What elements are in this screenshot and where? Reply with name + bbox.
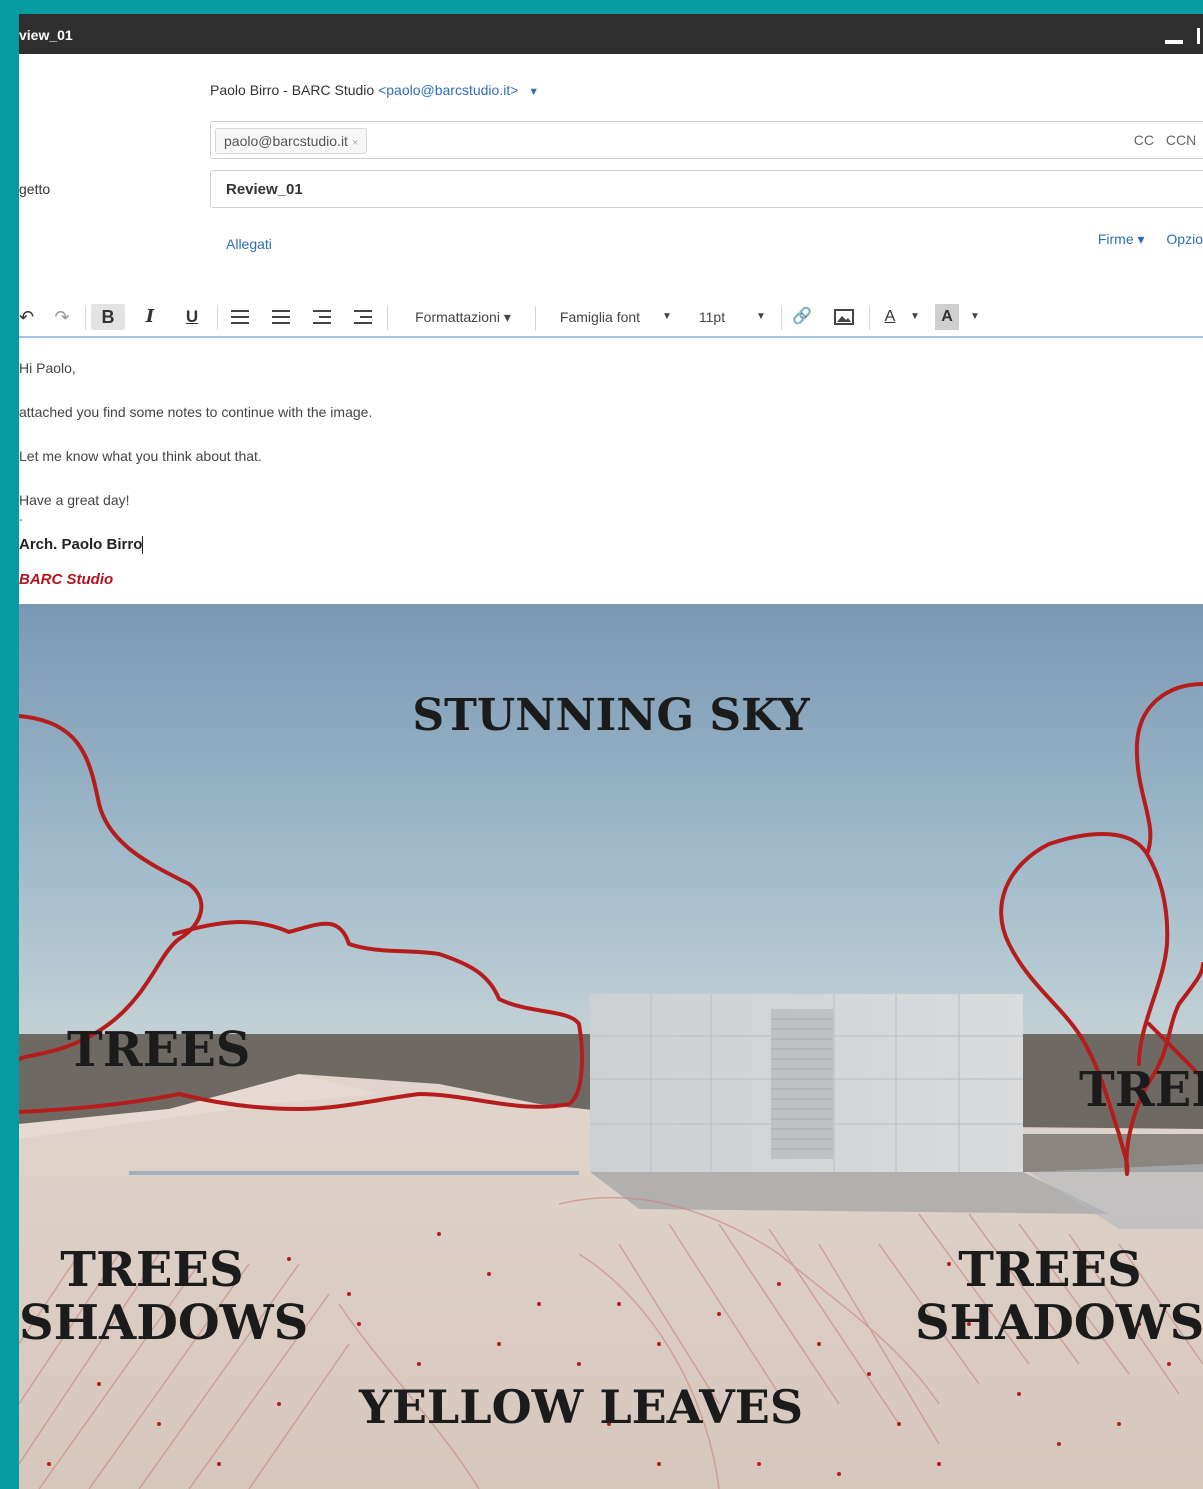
divider (85, 306, 86, 330)
annotation-shadows-right-line1: TREES (958, 1242, 1142, 1298)
outdent-icon[interactable] (309, 304, 335, 330)
font-size-dropdown[interactable]: 11pt (694, 304, 730, 330)
cc-links: CC CCN (1126, 132, 1203, 148)
divider (781, 306, 782, 330)
background-color-button[interactable]: A (935, 304, 959, 330)
divider (387, 306, 388, 330)
remove-recipient-icon[interactable]: × (352, 137, 358, 149)
minimize-icon[interactable] (1165, 40, 1183, 44)
ccn-link[interactable]: CCN (1166, 132, 1196, 148)
from-email: <paolo@barcstudio.it> (378, 82, 519, 98)
signature-name: Arch. Paolo Birro (19, 536, 143, 553)
divider (535, 306, 536, 330)
compose-options: Firme ▾ Opzio (1080, 231, 1203, 248)
from-name: Paolo Birro - BARC Studio (210, 82, 375, 98)
font-family-dropdown[interactable]: Famiglia font (549, 304, 651, 330)
annotation-shadows-right-line2: SHADOWS (915, 1294, 1203, 1351)
signature-name-row: Arch. Paolo Birro (19, 536, 144, 555)
image-icon[interactable] (831, 304, 857, 330)
greeting-line: Hi Paolo, (19, 360, 76, 376)
cc-link[interactable]: CC (1134, 132, 1154, 148)
numbered-list-icon[interactable] (268, 304, 294, 330)
annotation-shadows-left-line2: SHADOWS (19, 1294, 309, 1351)
text-cursor (142, 536, 144, 555)
to-field[interactable]: paolo@barcstudio.it × CC CCN (210, 121, 1203, 159)
subject-value: Review_01 (226, 181, 303, 198)
chevron-down-icon[interactable]: ▼ (905, 304, 925, 330)
signatures-dropdown[interactable]: Firme ▾ (1098, 231, 1145, 247)
divider (217, 306, 218, 330)
annotation-shadows-right: TREES SHADOWS (915, 1242, 1203, 1351)
window-title: view_01 (19, 27, 73, 43)
recipient-chip[interactable]: paolo@barcstudio.it × (215, 128, 368, 154)
sky (19, 604, 1203, 1044)
italic-button[interactable]: I (137, 304, 163, 330)
underline-button[interactable]: U (179, 304, 205, 330)
chevron-down-icon[interactable]: ▼ (965, 304, 985, 330)
annotated-render-image: STUNNING SKY TREES TREE TREES SHADOWS TR… (19, 604, 1203, 1489)
subject-input[interactable]: Review_01 (210, 170, 1203, 208)
attachments-link[interactable]: Allegati (226, 236, 272, 252)
editor-toolbar: ↶ ↷ B I U Formattazioni ▾ Famiglia font … (19, 294, 1203, 338)
chevron-down-icon[interactable]: ▼ (657, 304, 677, 330)
annotation-yellow-leaves: YELLOW LEAVES (359, 1380, 804, 1434)
link-icon[interactable]: 🔗 (789, 304, 815, 330)
indent-icon[interactable] (350, 304, 376, 330)
annotation-sky: STUNNING SKY (412, 690, 810, 741)
signature-separator: - (19, 514, 23, 526)
from-selector[interactable]: Paolo Birro - BARC Studio <paolo@barcstu… (210, 82, 539, 98)
chevron-down-icon[interactable]: ▼ (751, 304, 771, 330)
formatting-dropdown[interactable]: Formattazioni ▾ (402, 304, 524, 330)
annotation-trees-right: TREE (1079, 1062, 1203, 1118)
email-window: view_01 Paolo Birro - BARC Studio <paolo… (19, 14, 1203, 1489)
body-line: attached you find some notes to continue… (19, 404, 373, 420)
annotation-shadows-left: TREES SHADOWS (19, 1242, 309, 1351)
maximize-icon[interactable] (1197, 28, 1203, 44)
annotation-shadows-left-line1: TREES (60, 1242, 244, 1298)
undo-icon[interactable]: ↶ (19, 304, 34, 330)
chevron-down-icon[interactable]: ▼ (528, 86, 539, 98)
bold-button[interactable]: B (91, 304, 125, 330)
window-title-bar: view_01 (19, 14, 1203, 54)
body-line: Have a great day! (19, 492, 130, 508)
bullet-list-icon[interactable] (227, 304, 253, 330)
signature-studio: BARC Studio (19, 571, 114, 588)
subject-label: getto (19, 181, 51, 197)
redo-icon[interactable]: ↷ (51, 304, 73, 330)
options-link[interactable]: Opzio (1166, 231, 1203, 247)
annotation-trees-left: TREES (67, 1022, 251, 1078)
text-color-button[interactable]: A (877, 304, 903, 330)
divider (869, 306, 870, 330)
body-line: Let me know what you think about that. (19, 448, 262, 464)
recipient-chip-label: paolo@barcstudio.it (224, 133, 348, 149)
